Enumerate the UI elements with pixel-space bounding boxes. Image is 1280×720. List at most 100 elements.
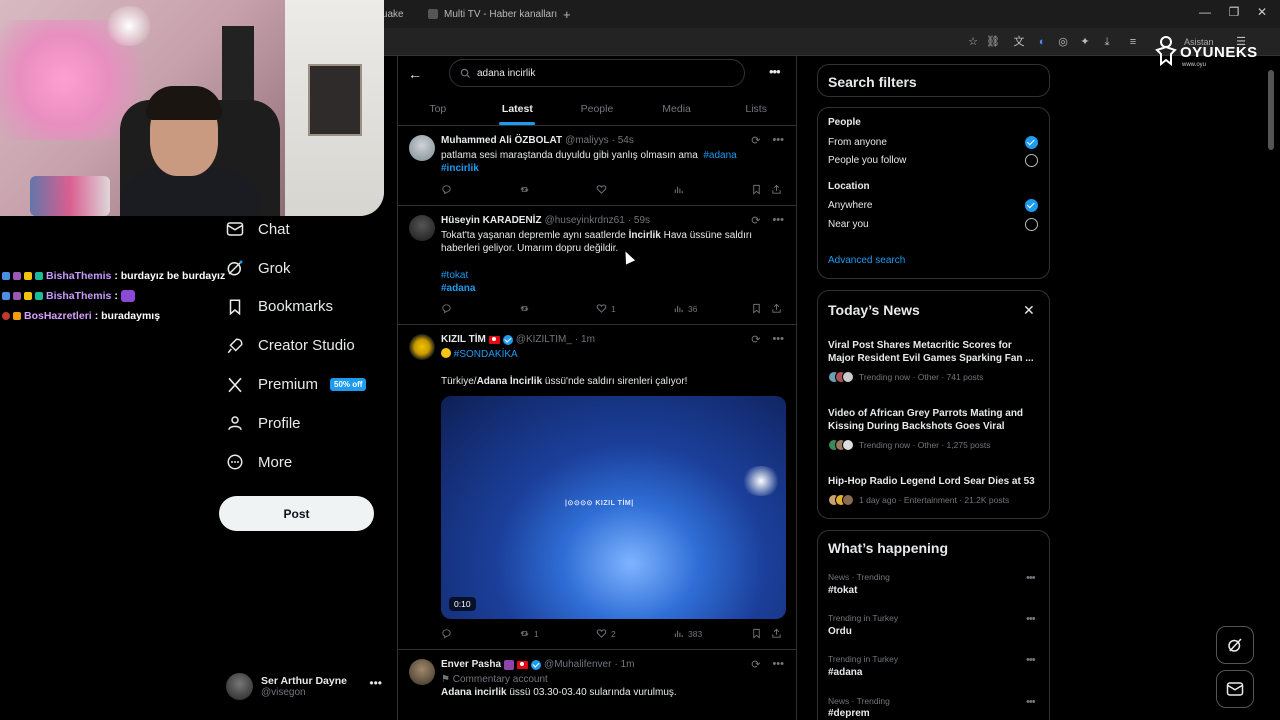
grok-icon[interactable]: ⟳ <box>751 658 760 671</box>
hashtag-link[interactable]: #incirlik <box>441 163 479 174</box>
audio-icon[interactable]: ◖ <box>1034 35 1048 49</box>
avatar[interactable] <box>409 334 435 360</box>
repost-button[interactable]: 1 <box>519 628 539 639</box>
news-headline[interactable]: Video of African Grey Parrots Mating and… <box>828 407 1038 433</box>
grok-icon[interactable]: ⟳ <box>751 333 760 346</box>
avatar[interactable] <box>409 659 435 685</box>
hashtag-link[interactable]: #SONDAKİKA <box>454 349 518 360</box>
reply-button[interactable] <box>441 628 452 639</box>
close-icon[interactable]: ✕ <box>1023 302 1035 319</box>
like-button[interactable]: 2 <box>596 628 616 639</box>
download-icon[interactable]: ⤓ <box>1100 35 1114 49</box>
more-dots-icon[interactable]: ••• <box>769 64 781 79</box>
nav-item-profile[interactable]: Profile <box>218 404 388 443</box>
views-button[interactable]: 383 <box>673 628 702 639</box>
browser-tab[interactable]: Multi TV - Haber kanalları <box>428 4 557 24</box>
bookmark-button[interactable] <box>751 184 762 195</box>
puzzle-icon[interactable]: ✦ <box>1078 35 1092 49</box>
messages-floating-button[interactable] <box>1216 670 1254 708</box>
tab-lists[interactable]: Lists <box>716 92 796 125</box>
advanced-search-link[interactable]: Advanced search <box>828 255 905 266</box>
translate-icon[interactable]: 文 <box>1012 35 1026 49</box>
bookmark-button[interactable] <box>751 628 762 639</box>
hashtag-link[interactable]: #tokat <box>441 270 468 281</box>
grok-icon[interactable]: ⟳ <box>751 134 760 147</box>
more-dots-icon[interactable]: ••• <box>369 676 382 690</box>
trend-name[interactable]: Ordu <box>828 626 852 637</box>
radio-anywhere[interactable] <box>1025 199 1038 212</box>
link-icon[interactable]: ⛓ <box>986 35 1000 49</box>
more-dots-icon[interactable]: ••• <box>772 333 784 346</box>
post-button[interactable]: Post <box>219 496 374 531</box>
close-window-icon[interactable]: ✕ <box>1253 5 1271 19</box>
share-button[interactable] <box>771 303 782 314</box>
new-tab-button[interactable]: + <box>563 4 571 24</box>
more-dots-icon[interactable]: ••• <box>1026 572 1036 584</box>
tab-latest[interactable]: Latest <box>478 92 558 125</box>
news-headline[interactable]: Hip-Hop Radio Legend Lord Sear Dies at 5… <box>828 475 1038 488</box>
filter-option[interactable]: Anywhere <box>828 200 872 211</box>
share-button[interactable] <box>771 628 782 639</box>
extension-icon[interactable]: ◎ <box>1056 35 1070 49</box>
share-button[interactable] <box>771 184 782 195</box>
radio-from-anyone[interactable] <box>1025 136 1038 149</box>
tweet-author-name[interactable]: KIZIL TİM <box>441 334 486 345</box>
more-dots-icon[interactable]: ••• <box>1026 613 1036 625</box>
filter-option[interactable]: People you follow <box>828 155 906 166</box>
filter-option[interactable]: Near you <box>828 219 869 230</box>
maximize-icon[interactable]: ❐ <box>1225 5 1243 19</box>
filter-option[interactable]: From anyone <box>828 137 887 148</box>
back-arrow-icon[interactable]: ← <box>408 66 422 82</box>
nav-item-more[interactable]: More <box>218 443 388 482</box>
reply-button[interactable] <box>441 184 452 195</box>
grok-icon[interactable]: ⟳ <box>751 214 760 227</box>
reply-button[interactable] <box>441 303 452 314</box>
like-button[interactable]: 1 <box>596 303 616 314</box>
more-dots-icon[interactable]: ••• <box>1026 654 1036 666</box>
more-dots-icon[interactable]: ••• <box>772 214 784 227</box>
bookmark-button[interactable] <box>751 303 762 314</box>
nav-item-creator-studio[interactable]: Creator Studio <box>218 326 388 365</box>
repost-button[interactable] <box>519 303 530 314</box>
views-button[interactable]: 36 <box>673 303 697 314</box>
search-box[interactable] <box>449 59 745 87</box>
account-switcher[interactable]: Ser Arthur Dayne @visegon ••• <box>226 670 386 702</box>
search-input[interactable] <box>477 67 727 79</box>
tweet[interactable]: Hüseyin KARADENİZ @huseyinkrdnz61 · 59s … <box>398 206 796 325</box>
page-scrollbar[interactable] <box>1268 56 1274 720</box>
repost-button[interactable] <box>519 184 530 195</box>
tab-media[interactable]: Media <box>637 92 717 125</box>
tweet[interactable]: KIZIL TİM @KIZILTIM_ · 1m ⟳ ••• #SONDAKİK… <box>398 325 796 650</box>
hashtag-link[interactable]: #adana <box>441 283 475 294</box>
more-dots-icon[interactable]: ••• <box>772 658 784 671</box>
avatar[interactable] <box>409 215 435 241</box>
nav-item-bookmarks[interactable]: Bookmarks <box>218 288 388 327</box>
news-headline[interactable]: Viral Post Shares Metacritic Scores for … <box>828 339 1038 365</box>
views-button[interactable] <box>673 184 684 195</box>
tweet-author-name[interactable]: Hüseyin KARADENİZ <box>441 215 542 226</box>
star-icon[interactable]: ☆ <box>966 35 980 49</box>
tweet[interactable]: Enver Pasha @Muhalifenver · 1m ⟳ ••• ⚑ Co… <box>398 650 796 720</box>
more-dots-icon[interactable]: ••• <box>772 134 784 147</box>
more-dots-icon[interactable]: ••• <box>1026 696 1036 708</box>
radio-people-you-follow[interactable] <box>1025 154 1038 167</box>
radio-near-you[interactable] <box>1025 218 1038 231</box>
trend-name[interactable]: #adana <box>828 667 862 678</box>
menu-lines-icon[interactable]: ≡ <box>1126 35 1140 49</box>
tweet-author-name[interactable]: Muhammed Ali ÖZBOLAT <box>441 135 562 146</box>
trend-name[interactable]: #tokat <box>828 585 857 596</box>
nav-item-premium[interactable]: Premium 50% off <box>218 365 388 404</box>
grok-floating-button[interactable] <box>1216 626 1254 664</box>
hashtag-link[interactable]: #adana <box>703 150 736 161</box>
avatar[interactable] <box>409 135 435 161</box>
tweet-author-name[interactable]: Enver Pasha <box>441 659 501 670</box>
tweet[interactable]: Muhammed Ali ÖZBOLAT @maliyys · 54s ⟳ •••… <box>398 126 796 206</box>
minimize-icon[interactable]: — <box>1196 5 1214 19</box>
tab-top[interactable]: Top <box>398 92 478 125</box>
nav-item-grok[interactable]: Grok <box>218 249 388 288</box>
scrollbar-thumb[interactable] <box>1268 70 1274 150</box>
video-player[interactable]: |⊙⊙⊙⊙ KIZIL TİM| 0:10 <box>441 396 786 619</box>
trend-name[interactable]: #deprem <box>828 708 870 719</box>
tab-people[interactable]: People <box>557 92 637 125</box>
like-button[interactable] <box>596 184 607 195</box>
